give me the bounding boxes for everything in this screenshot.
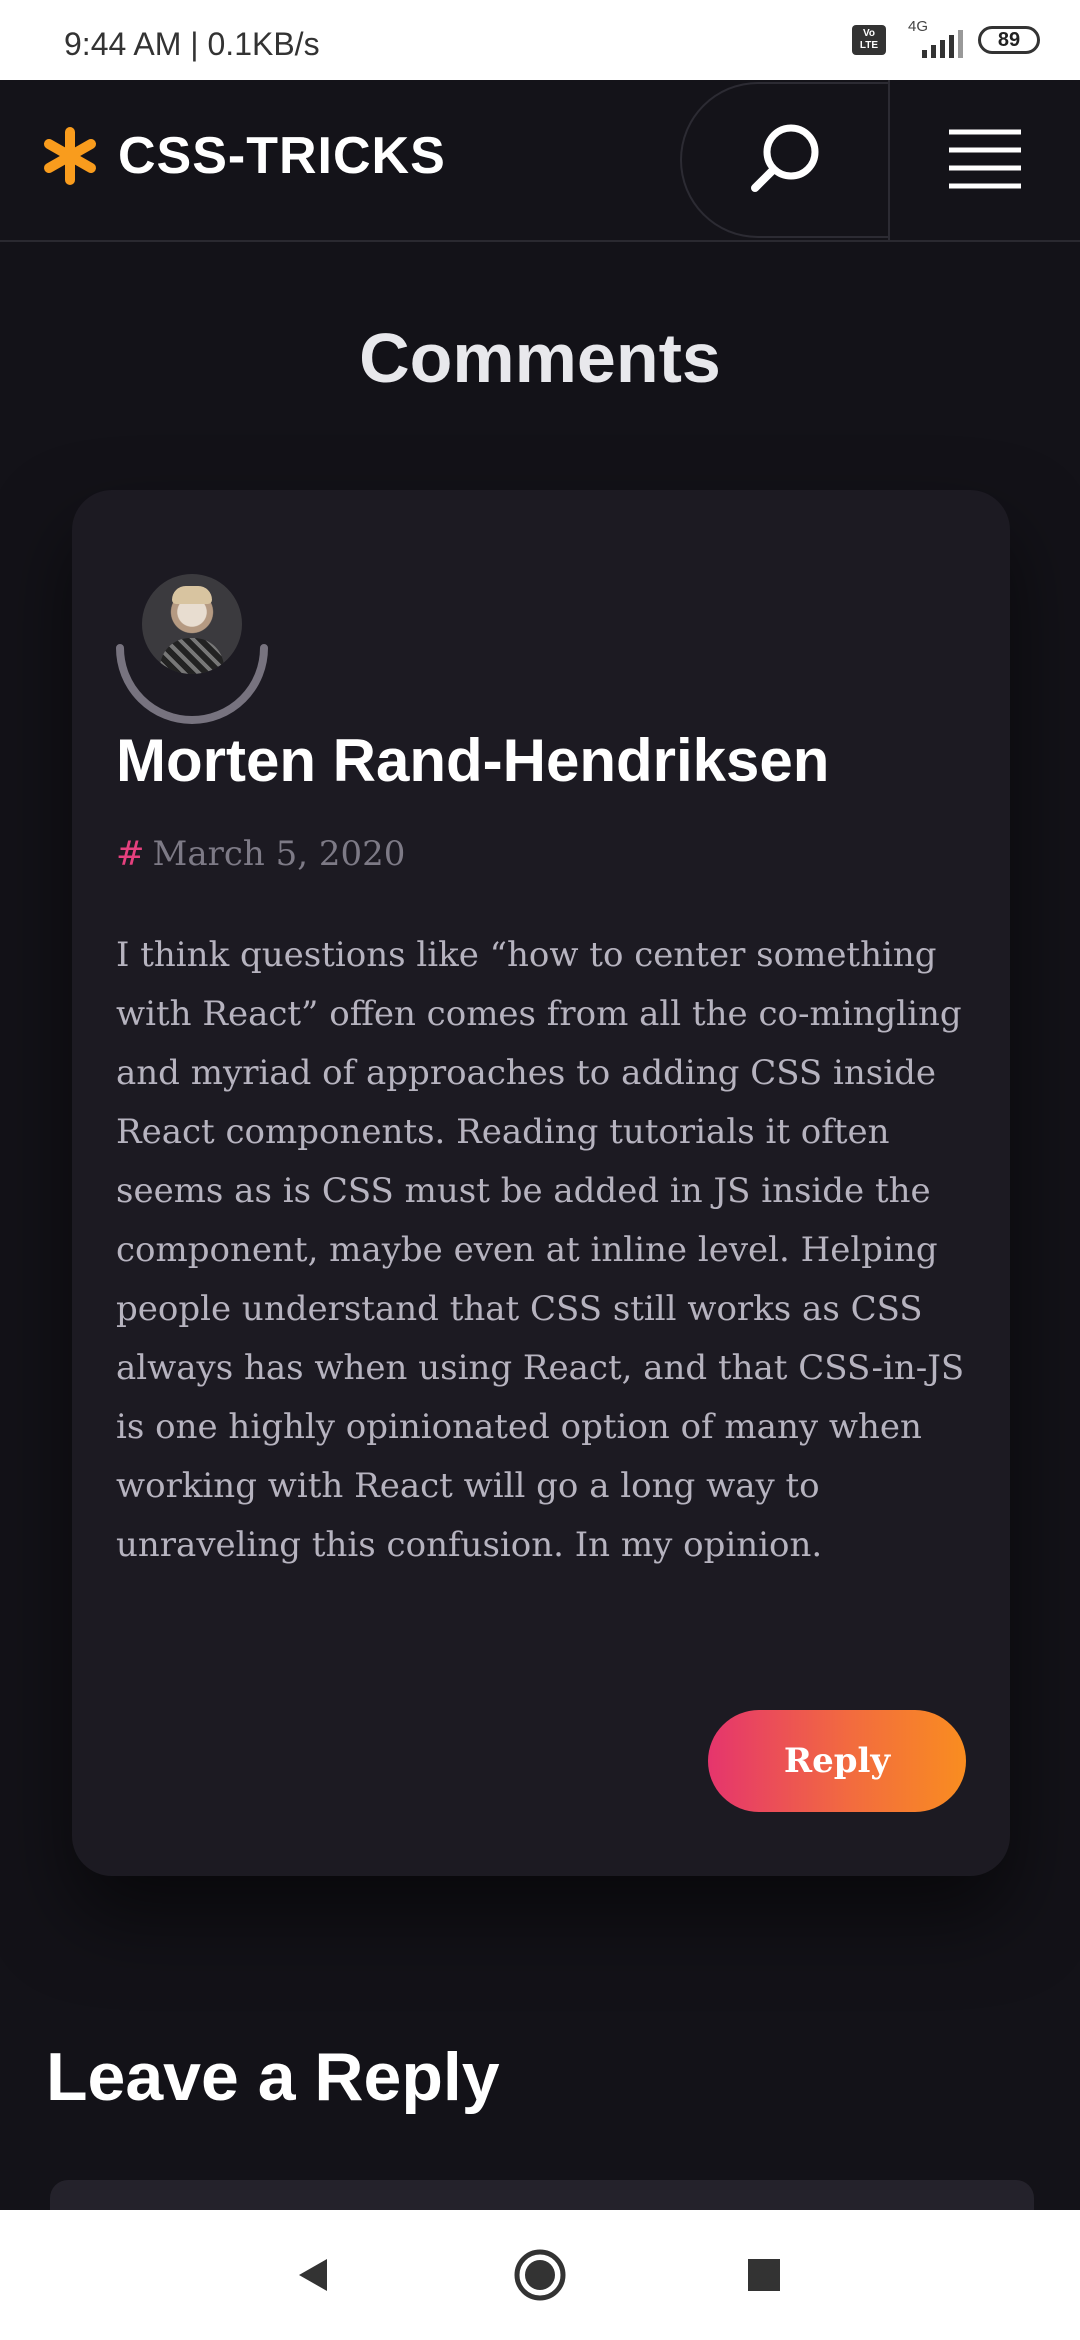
- back-button[interactable]: [248, 2210, 378, 2340]
- comment-date-link[interactable]: # March 5, 2020: [116, 834, 405, 874]
- hash-icon: #: [116, 834, 145, 874]
- search-icon: [751, 124, 819, 192]
- volte-icon: Vo LTE: [852, 25, 886, 55]
- recents-square-icon: [748, 2259, 780, 2291]
- battery-icon: 89: [978, 26, 1040, 54]
- comments-heading: Comments: [359, 319, 721, 397]
- system-nav-bar: [0, 2210, 1080, 2340]
- author-avatar-wrap[interactable]: [114, 574, 270, 730]
- search-button[interactable]: [680, 82, 888, 238]
- status-time: 9:44 AM | 0.1KB/s: [64, 26, 320, 62]
- comment-card: Morten Rand-Hendriksen # March 5, 2020 I …: [72, 490, 1010, 1876]
- comment-body: I think questions like “how to center so…: [116, 935, 965, 1565]
- leave-reply-heading: Leave a Reply: [46, 2039, 500, 2115]
- recents-button[interactable]: [699, 2210, 829, 2340]
- home-button[interactable]: [475, 2210, 605, 2340]
- status-bar: 9:44 AM | 0.1KB/s Vo LTE 4G 89: [0, 0, 1080, 80]
- back-triangle-icon: [299, 2259, 327, 2291]
- avatar: [142, 574, 242, 674]
- status-icons: Vo LTE 4G 89: [852, 18, 1040, 62]
- site-header: CSS-TRICKS: [0, 80, 1080, 242]
- site-logo-link[interactable]: CSS-TRICKS: [40, 126, 446, 186]
- hamburger-menu-icon: [949, 129, 1021, 189]
- asterisk-logo-icon: [44, 127, 96, 185]
- comment-author-name[interactable]: Morten Rand-Hendriksen: [116, 726, 829, 795]
- battery-level: 89: [997, 28, 1021, 51]
- site-logo-text: CSS-TRICKS: [118, 127, 446, 185]
- signal-icon: 4G: [900, 18, 964, 62]
- home-circle-icon: [514, 2249, 566, 2301]
- reply-button[interactable]: Reply: [708, 1710, 966, 1812]
- comment-date: March 5, 2020: [152, 834, 406, 874]
- menu-button[interactable]: [888, 80, 1080, 240]
